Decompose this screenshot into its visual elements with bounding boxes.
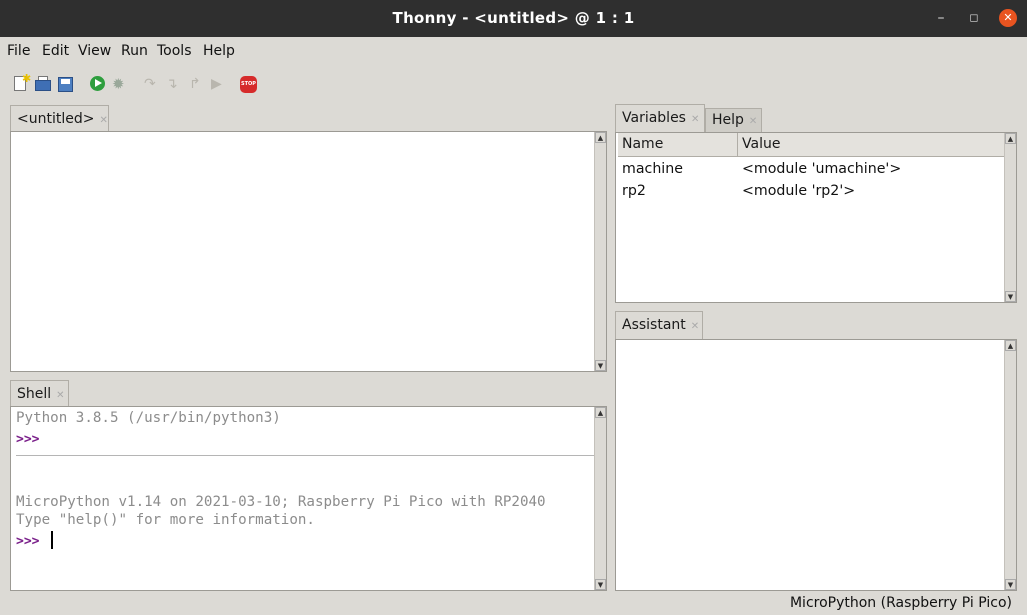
tab-variables[interactable]: Variables ✕ — [615, 104, 705, 132]
tab-close-icon[interactable]: ✕ — [749, 116, 757, 127]
step-into-icon[interactable]: ↴ — [166, 75, 184, 93]
variable-name[interactable]: rp2 — [622, 183, 646, 199]
menu-help[interactable]: Help — [203, 43, 235, 59]
scroll-down-icon[interactable]: ▼ — [595, 360, 606, 371]
tab-close-icon[interactable]: ✕ — [691, 114, 699, 125]
shell-prompt: >>> — [16, 432, 40, 447]
open-file-icon[interactable] — [34, 75, 52, 93]
scroll-up-icon[interactable]: ▲ — [595, 407, 606, 418]
scroll-down-icon[interactable]: ▼ — [1005, 579, 1016, 590]
run-icon[interactable] — [90, 75, 108, 93]
menu-view[interactable]: View — [78, 43, 111, 59]
shell-prompt: >>> — [16, 534, 40, 549]
tab-shell-label: Shell — [17, 386, 52, 402]
shell-separator — [16, 455, 595, 456]
variable-name[interactable]: machine — [622, 161, 683, 177]
close-icon[interactable]: ✕ — [999, 9, 1017, 27]
tab-assistant[interactable]: Assistant ✕ — [615, 311, 703, 339]
shell-caret[interactable] — [51, 531, 53, 549]
tab-variables-label: Variables — [622, 110, 686, 126]
editor-area[interactable]: ▲ ▼ — [10, 131, 607, 372]
tab-close-icon[interactable]: ✕ — [99, 115, 107, 126]
scroll-down-icon[interactable]: ▼ — [1005, 291, 1016, 302]
variable-value[interactable]: <module 'rp2'> — [742, 183, 855, 199]
tab-untitled-label: <untitled> — [17, 111, 95, 127]
scroll-down-icon[interactable]: ▼ — [595, 579, 606, 590]
step-out-icon[interactable]: ↱ — [189, 75, 207, 93]
shell-line: Python 3.8.5 (/usr/bin/python3) — [16, 410, 281, 426]
assistant-panel: ▲ ▼ — [615, 339, 1017, 591]
shell-area[interactable]: Python 3.8.5 (/usr/bin/python3) >>> Micr… — [10, 406, 607, 591]
menu-run[interactable]: Run — [121, 43, 148, 59]
tab-help-label: Help — [712, 112, 744, 128]
tab-shell[interactable]: Shell ✕ — [10, 380, 69, 406]
minimize-icon[interactable]: – — [932, 9, 950, 27]
column-header-value[interactable]: Value — [738, 133, 1004, 157]
menu-file[interactable]: File — [7, 43, 30, 59]
tab-untitled[interactable]: <untitled> ✕ — [10, 105, 109, 131]
scroll-up-icon[interactable]: ▲ — [1005, 340, 1016, 351]
scroll-up-icon[interactable]: ▲ — [595, 132, 606, 143]
assistant-scrollbar[interactable]: ▲ ▼ — [1004, 340, 1016, 590]
debug-icon[interactable]: ✹ — [112, 75, 130, 93]
column-header-name[interactable]: Name — [618, 133, 738, 157]
stop-icon-label: STOP — [240, 76, 257, 93]
variable-value[interactable]: <module 'umachine'> — [742, 161, 901, 177]
menubar: File Edit View Run Tools Help — [0, 37, 1027, 65]
scroll-up-icon[interactable]: ▲ — [1005, 133, 1016, 144]
stop-icon[interactable]: STOP — [240, 75, 258, 93]
tab-help[interactable]: Help ✕ — [705, 108, 762, 132]
maximize-icon[interactable]: ◻ — [965, 9, 983, 27]
interpreter-status[interactable]: MicroPython (Raspberry Pi Pico) — [790, 595, 1012, 611]
window-titlebar: Thonny - <untitled> @ 1 : 1 – ◻ ✕ — [0, 0, 1027, 37]
shell-scrollbar[interactable]: ▲ ▼ — [594, 407, 606, 590]
variables-scrollbar[interactable]: ▲ ▼ — [1004, 133, 1016, 302]
tab-assistant-label: Assistant — [622, 317, 686, 333]
editor-scrollbar[interactable]: ▲ ▼ — [594, 132, 606, 371]
resume-icon[interactable]: ▶ — [211, 75, 229, 93]
save-file-icon[interactable] — [56, 75, 74, 93]
variables-panel: Name Value machine <module 'umachine'> r… — [615, 132, 1017, 303]
tab-close-icon[interactable]: ✕ — [691, 321, 699, 332]
step-over-icon[interactable]: ↷ — [144, 75, 162, 93]
tab-close-icon[interactable]: ✕ — [56, 390, 64, 401]
menu-edit[interactable]: Edit — [42, 43, 69, 59]
shell-line: Type "help()" for more information. — [16, 512, 315, 528]
window-title: Thonny - <untitled> @ 1 : 1 — [392, 9, 635, 27]
toolbar: ✱ ✹ ↷ ↴ ↱ ▶ STOP — [0, 67, 1027, 99]
shell-line: MicroPython v1.14 on 2021-03-10; Raspber… — [16, 494, 546, 510]
new-file-icon[interactable]: ✱ — [12, 72, 31, 93]
menu-tools[interactable]: Tools — [157, 43, 192, 59]
